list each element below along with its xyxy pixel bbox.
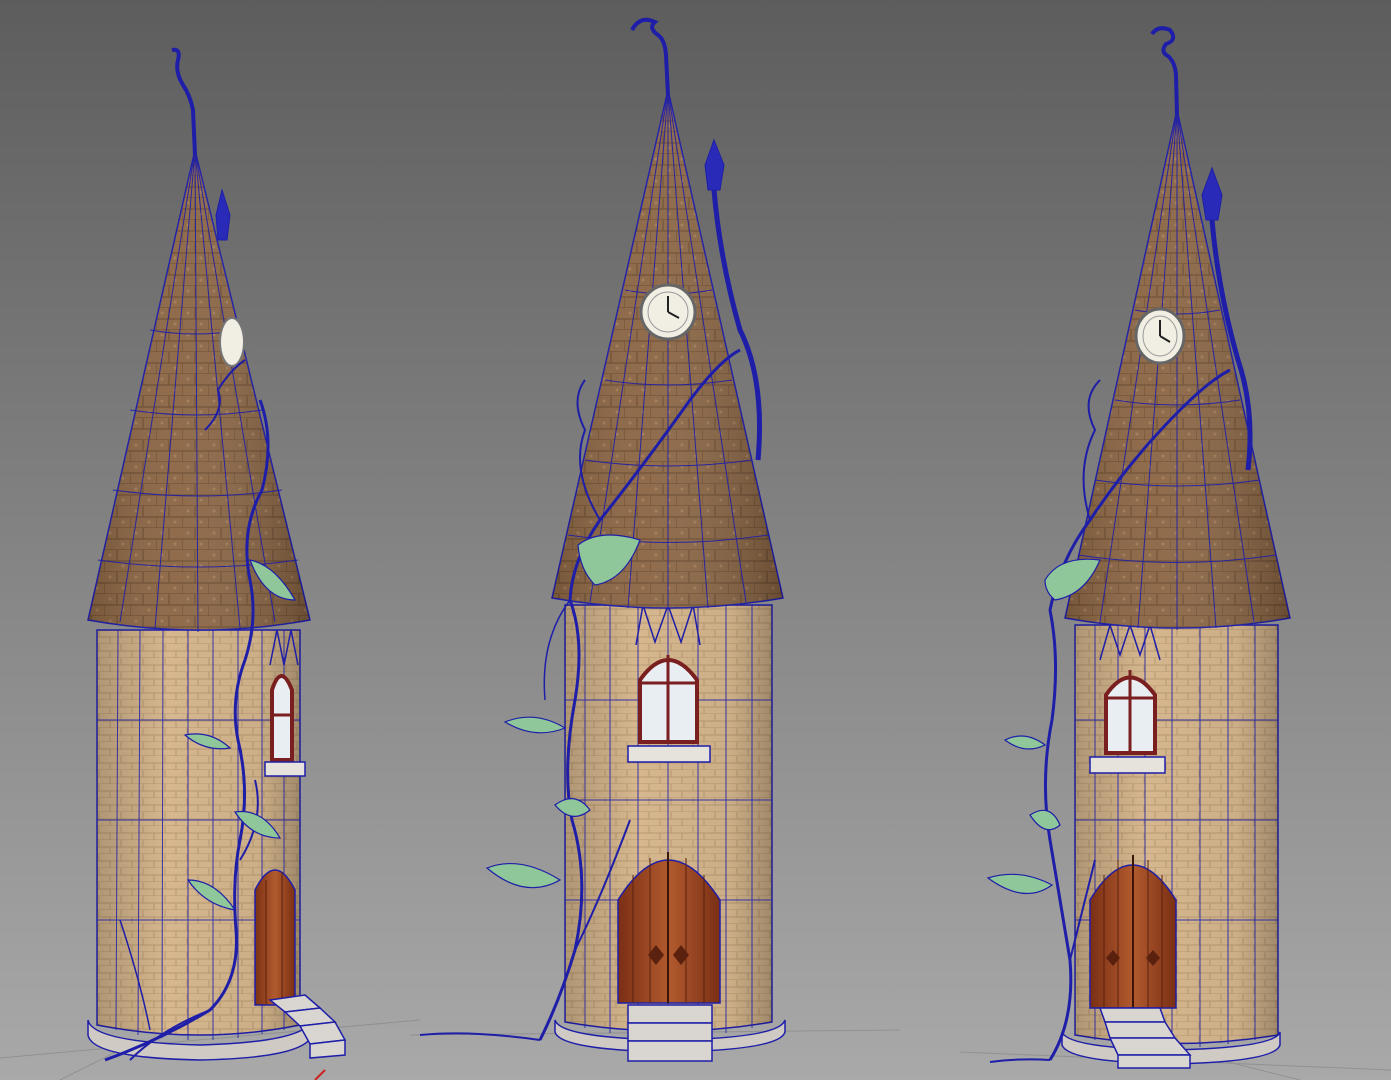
clock-face <box>639 283 697 341</box>
scene-canvas[interactable] <box>0 0 1391 1080</box>
tower-door <box>254 869 296 1006</box>
clock-face <box>1134 307 1186 365</box>
3d-viewport[interactable] <box>0 0 1391 1080</box>
clock-face <box>219 317 245 367</box>
tower-stairs <box>627 1004 713 1062</box>
